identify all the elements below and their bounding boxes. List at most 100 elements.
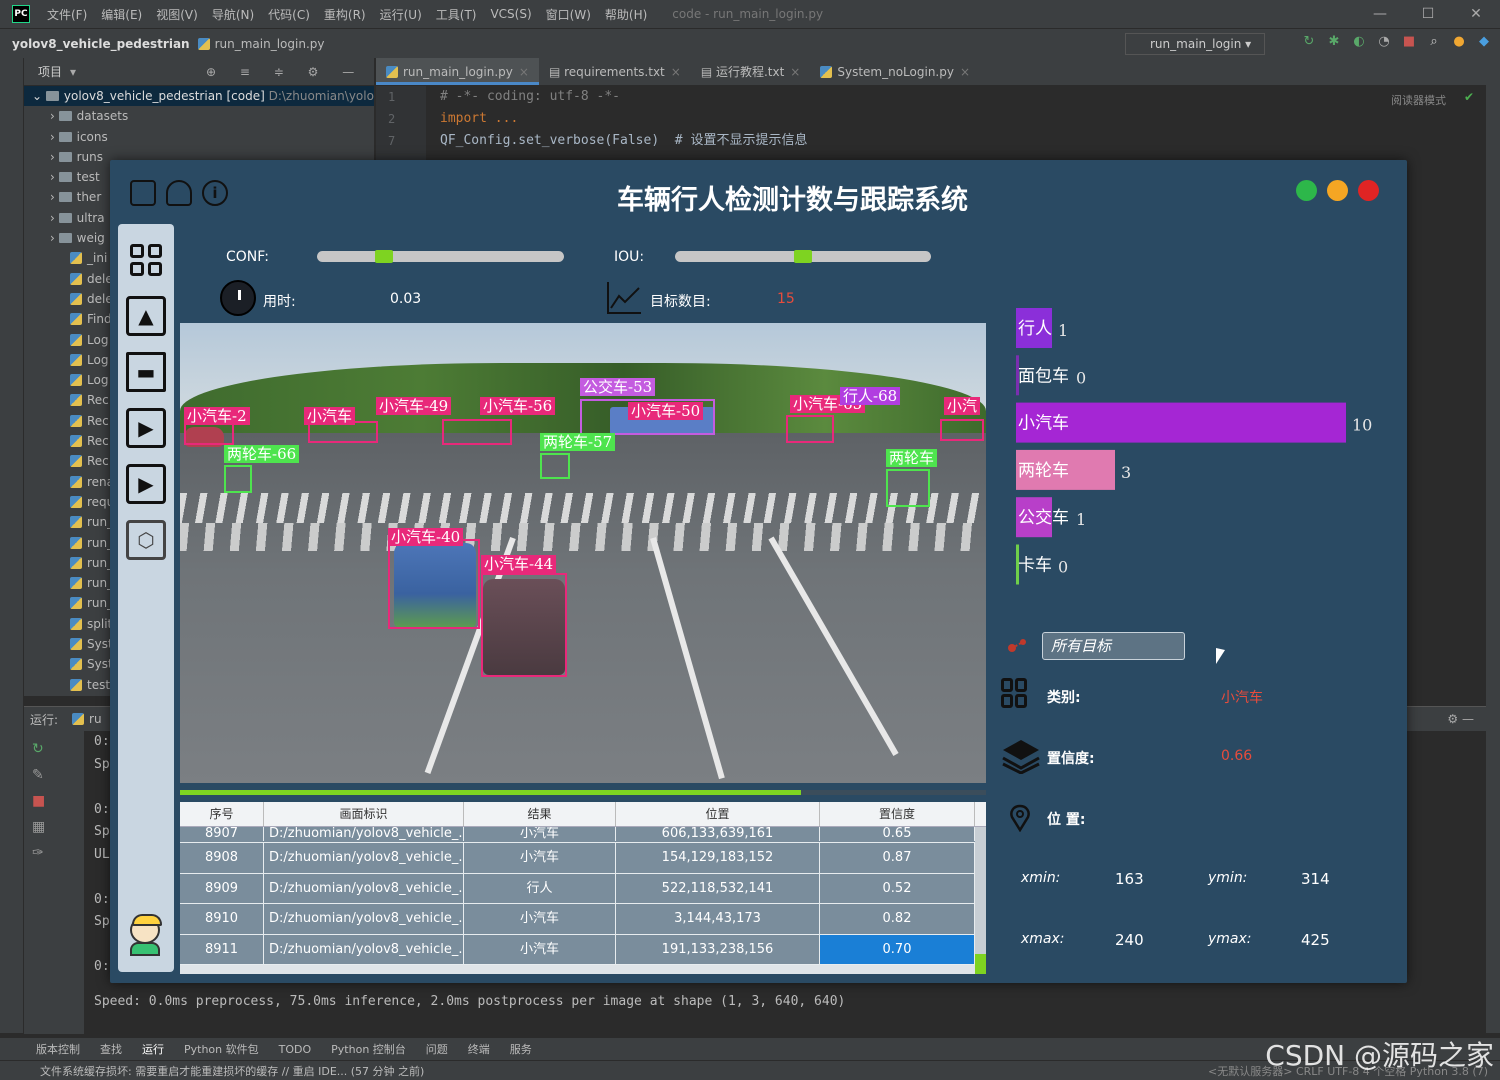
close-button[interactable] xyxy=(1358,180,1379,201)
tab-tutorial[interactable]: ▤ 运行教程.txt × xyxy=(691,58,811,85)
table-row[interactable]: 8911 D:/zhuomian/yolov8_vehicle_... 小汽车 191… xyxy=(180,934,986,965)
table-row[interactable]: 8909 D:/zhuomian/yolov8_vehicle_... 行人 522,… xyxy=(180,873,986,904)
panel-actions-icon[interactable]: ⊕ ≡ ≑ ⚙ — xyxy=(206,65,364,79)
camera-icon[interactable]: ▶ xyxy=(126,408,166,448)
close-icon[interactable]: ✕ xyxy=(1452,0,1500,28)
menu-navigate[interactable]: 导航(N) xyxy=(212,6,254,23)
chevron-down-icon[interactable]: ▾ xyxy=(70,65,76,79)
scene-road xyxy=(180,433,986,783)
time-label: 用时: xyxy=(263,294,296,310)
model-cube-icon[interactable]: ⬡ xyxy=(126,520,166,560)
column-header[interactable]: 结果 xyxy=(464,802,616,826)
menu-window[interactable]: 窗口(W) xyxy=(546,6,591,23)
rerun-icon[interactable]: ↻ xyxy=(32,741,84,757)
close-icon[interactable]: × xyxy=(671,65,681,79)
tree-root-name: yolov8_vehicle_pedestrian [code] xyxy=(63,89,265,103)
results-table[interactable]: 序号 画面标识 结果 位置 置信度 8907 D:/zhuomian/yolov8… xyxy=(180,802,986,974)
python-file-icon xyxy=(70,658,82,671)
close-icon[interactable]: × xyxy=(960,65,970,79)
tool-python-packages[interactable]: Python 软件包 xyxy=(184,1041,259,1057)
menu-code[interactable]: 代码(C) xyxy=(268,6,310,23)
tab-requirements[interactable]: ▤ requirements.txt × xyxy=(539,58,691,85)
close-icon[interactable]: × xyxy=(519,65,529,79)
stop-icon[interactable]: ■ xyxy=(32,793,84,809)
tool-run[interactable]: 运行 xyxy=(142,1041,164,1057)
close-icon[interactable]: × xyxy=(790,65,800,79)
search-icon[interactable]: ⌕ xyxy=(1426,34,1442,50)
table-row[interactable]: 8908 D:/zhuomian/yolov8_vehicle_... 小汽车 154… xyxy=(180,843,986,874)
status-message[interactable]: 文件系统缓存损坏: 需要重启才能重建损坏的缓存 // 重启 IDE... (57… xyxy=(40,1063,424,1079)
tree-file-label: Find xyxy=(87,312,112,327)
menu-vcs[interactable]: VCS(S) xyxy=(490,7,531,21)
reader-mode-toggle[interactable]: 阅读器模式 xyxy=(1391,92,1446,108)
tree-root-path: D:\zhuomian\yolo xyxy=(268,89,374,103)
tree-dir-icons[interactable]: › icons xyxy=(24,127,374,147)
tool-find[interactable]: 查找 xyxy=(100,1041,122,1057)
tree-dir-datasets[interactable]: › datasets xyxy=(24,106,374,126)
breadcrumb-file[interactable]: run_main_login.py xyxy=(197,37,325,51)
bar-value-label: 0 xyxy=(1076,368,1086,387)
maximize-button[interactable] xyxy=(1296,180,1317,201)
column-header[interactable]: 位置 xyxy=(616,802,820,826)
profile-icon[interactable]: ◔ xyxy=(1376,34,1392,50)
settings-gear-icon[interactable]: ⚙ — xyxy=(1447,712,1474,726)
iou-slider[interactable] xyxy=(675,250,931,263)
run-config-label: run_main_login xyxy=(1150,37,1242,51)
project-panel-title[interactable]: 项目 xyxy=(38,63,62,80)
debug-icon[interactable]: ✱ xyxy=(1326,34,1342,50)
coverage-icon[interactable]: ◐ xyxy=(1351,34,1367,50)
conf-slider-handle[interactable] xyxy=(374,250,393,263)
tab-run-main-login[interactable]: run_main_login.py × xyxy=(376,58,539,85)
menu-view[interactable]: 视图(V) xyxy=(156,6,198,23)
scene-crosswalk xyxy=(180,493,986,523)
menu-refactor[interactable]: 重构(R) xyxy=(324,6,366,23)
video-file-icon[interactable]: ▶ xyxy=(126,464,166,504)
tool-services[interactable]: 服务 xyxy=(510,1041,532,1057)
minimize-button[interactable] xyxy=(1327,180,1348,201)
detection-video-frame[interactable]: 小汽车-2 小汽车 小汽车-49 小汽车-56 公交车-53 小汽车-50 小汽… xyxy=(180,323,986,783)
pin-icon[interactable]: ✑ xyxy=(32,845,84,861)
target-select[interactable]: 所有目标 xyxy=(1042,632,1185,660)
run-config-dropdown[interactable]: run_main_login ▾ xyxy=(1125,33,1265,55)
update-icon[interactable]: ● xyxy=(1451,34,1467,50)
user-avatar-icon[interactable] xyxy=(130,914,162,960)
rerun-icon[interactable]: ↻ xyxy=(1301,34,1317,50)
tool-python-console[interactable]: Python 控制台 xyxy=(331,1041,406,1057)
column-header[interactable]: 置信度 xyxy=(820,802,975,826)
menu-edit[interactable]: 编辑(E) xyxy=(101,6,142,23)
wrench-icon[interactable]: ✎ xyxy=(32,767,84,783)
column-header[interactable]: 序号 xyxy=(180,802,264,826)
detection-box xyxy=(388,539,480,629)
layout-icon[interactable]: ▦ xyxy=(32,819,84,835)
maximize-icon[interactable]: ☐ xyxy=(1404,0,1452,28)
tool-problems[interactable]: 问题 xyxy=(426,1041,448,1057)
minimize-icon[interactable]: — xyxy=(1356,0,1404,28)
conf-slider[interactable] xyxy=(317,250,564,263)
table-row[interactable]: 8907 D:/zhuomian/yolov8_vehicle_... 小汽车 606… xyxy=(180,827,986,843)
column-header[interactable]: 画面标识 xyxy=(264,802,464,826)
table-scrollbar[interactable] xyxy=(975,827,986,974)
menu-file[interactable]: 文件(F) xyxy=(47,6,87,23)
menu-tools[interactable]: 工具(T) xyxy=(436,6,477,23)
table-row[interactable]: 8910 D:/zhuomian/yolov8_vehicle_... 小汽车 3,1… xyxy=(180,904,986,935)
menu-run[interactable]: 运行(U) xyxy=(380,6,422,23)
tool-terminal[interactable]: 终端 xyxy=(468,1041,490,1057)
tree-root[interactable]: ⌄ yolov8_vehicle_pedestrian [code] D:\zh… xyxy=(24,86,374,107)
image-icon[interactable]: ▲ xyxy=(126,296,166,336)
tool-todo[interactable]: TODO xyxy=(279,1043,312,1056)
menu-grid-icon[interactable] xyxy=(126,240,166,280)
video-progress-bar[interactable] xyxy=(180,790,986,795)
python-file-icon xyxy=(70,313,82,326)
category-value: 小汽车 xyxy=(1221,690,1263,706)
tab-system-nologin[interactable]: System_noLogin.py × xyxy=(810,58,980,85)
tool-vcs[interactable]: 版本控制 xyxy=(36,1041,80,1057)
stop-icon[interactable]: ■ xyxy=(1401,34,1417,50)
table-scrollbar-thumb[interactable] xyxy=(975,954,986,974)
app-title: 车辆行人检测计数与跟踪系统 xyxy=(617,185,968,216)
iou-slider-handle[interactable] xyxy=(794,250,812,263)
plugin-icon[interactable]: ◆ xyxy=(1476,34,1492,50)
toolbox-icon[interactable]: ▬ xyxy=(126,352,166,392)
breadcrumb-project[interactable]: yolov8_vehicle_pedestrian xyxy=(12,37,190,51)
run-tab[interactable]: ru xyxy=(72,712,102,726)
menu-help[interactable]: 帮助(H) xyxy=(605,6,647,23)
